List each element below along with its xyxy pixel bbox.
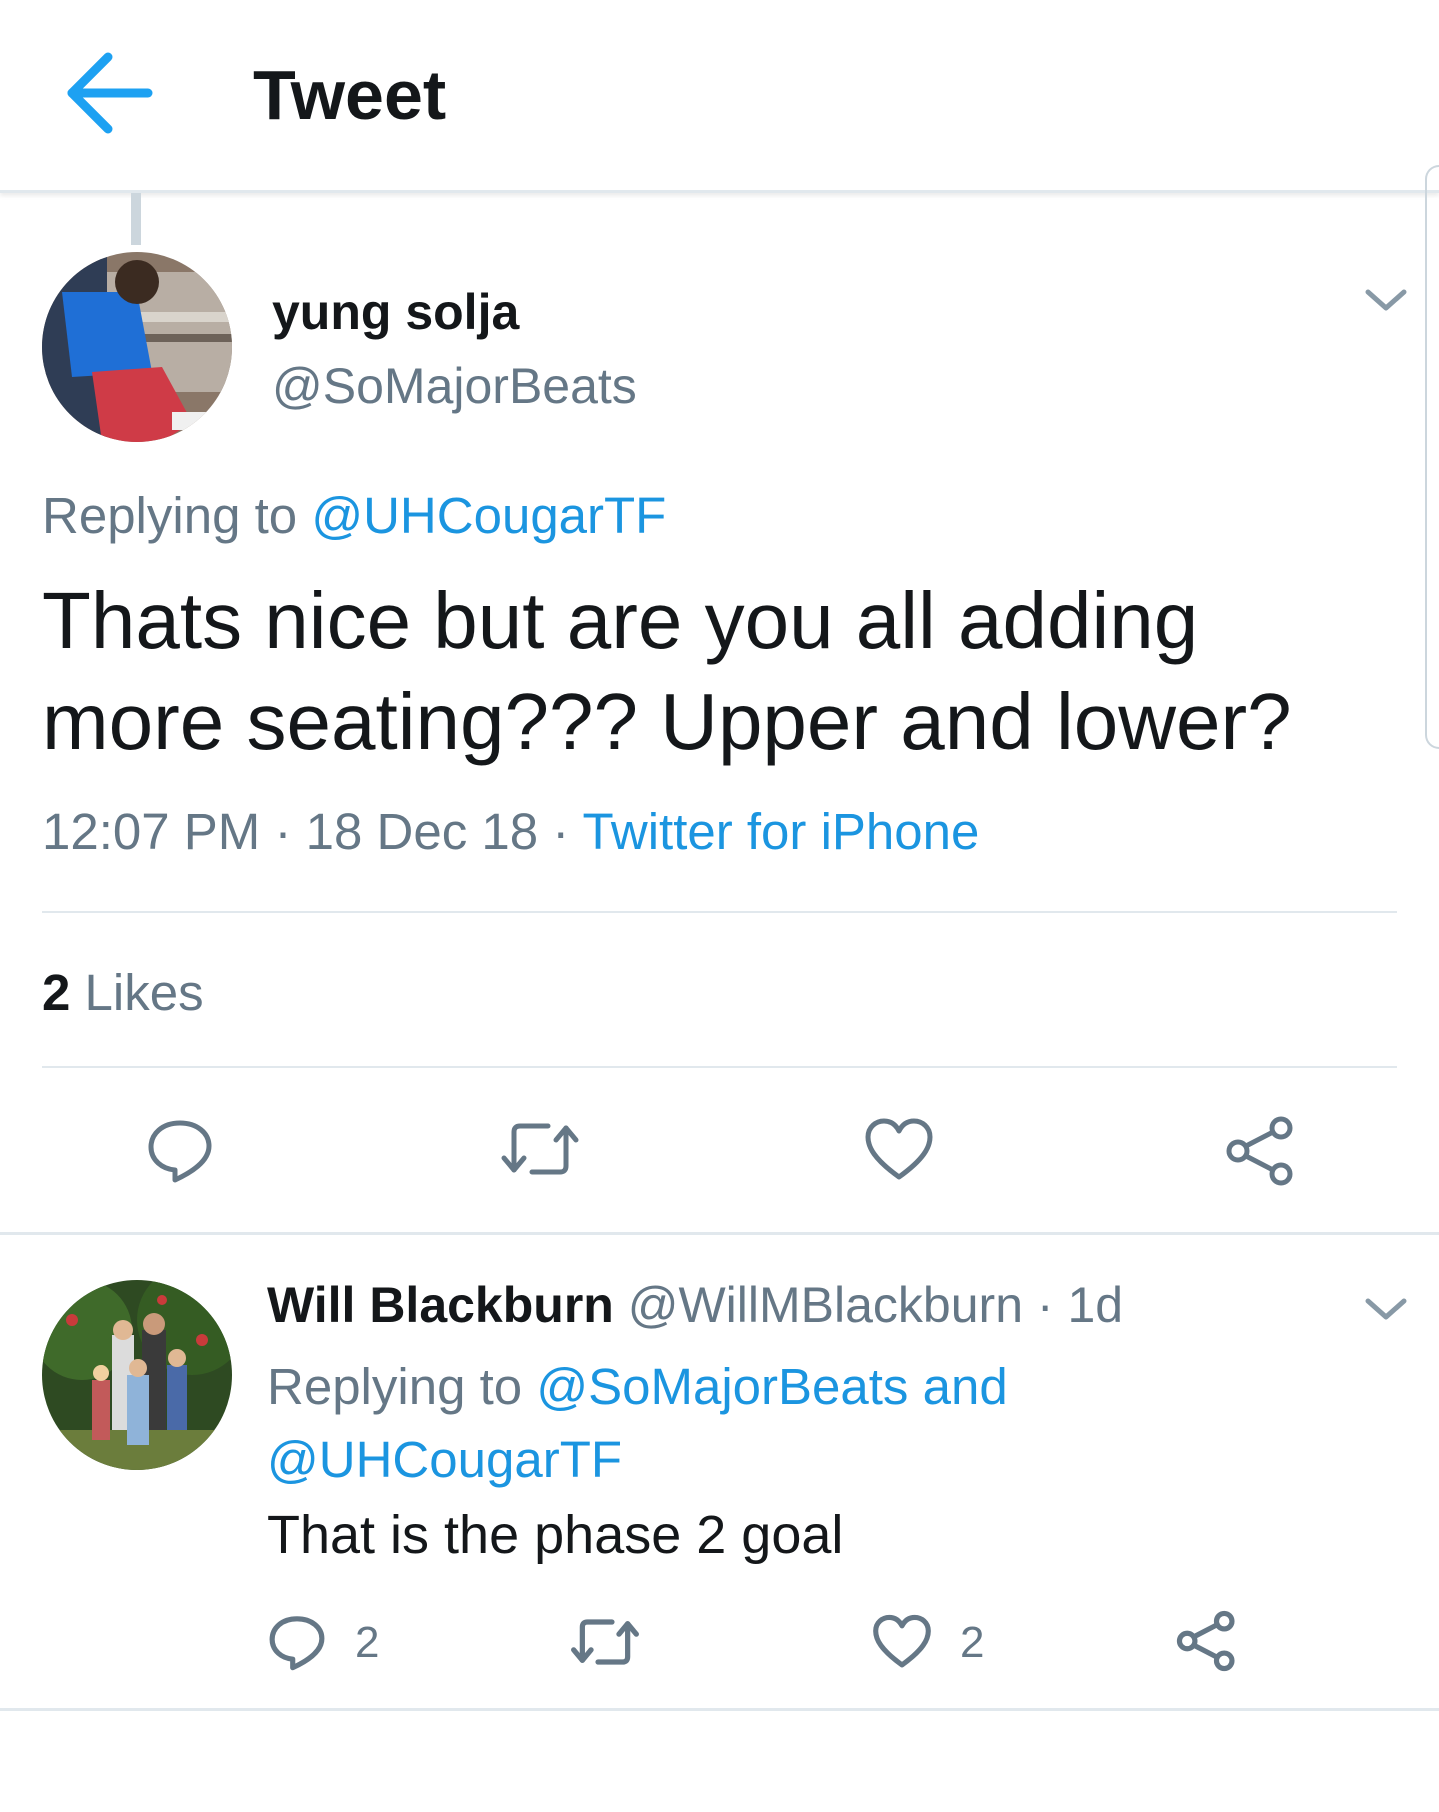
divider [0, 1232, 1439, 1235]
likes-label: Likes [84, 964, 204, 1021]
tweet-text: Thats nice but are you all adding more s… [42, 576, 1292, 766]
retweet-button[interactable] [500, 1118, 580, 1180]
avatar-image [42, 1280, 232, 1470]
divider [0, 1708, 1439, 1711]
retweet-icon [501, 1123, 579, 1175]
likes-number: 2 [42, 964, 71, 1021]
separator-dot: · [552, 803, 570, 860]
avatar-image [42, 252, 232, 442]
reply-author-name[interactable]: Will Blackburn [267, 1277, 614, 1333]
avatar[interactable] [42, 252, 232, 442]
reply-icon [269, 1616, 325, 1671]
heart-icon [865, 1118, 933, 1180]
separator-dot: · [1036, 1277, 1054, 1333]
share-icon [1226, 1116, 1293, 1186]
tweet-meta: 12:07 PM · 18 Dec 18 · Twitter for iPhon… [42, 802, 979, 862]
separator-dot: · [274, 803, 292, 860]
tweet-source-link[interactable]: Twitter for iPhone [583, 803, 980, 860]
avatar[interactable] [42, 1280, 232, 1470]
author-name[interactable]: yung solja [272, 282, 519, 342]
share-button[interactable] [1176, 1610, 1238, 1672]
retweet-icon [571, 1619, 639, 1665]
reply-replying-to-line: Replying to @SoMajorBeats and @UHCougarT… [267, 1350, 1267, 1496]
like-button[interactable] [872, 1614, 932, 1670]
mention-link[interactable]: @UHCougarTF [267, 1431, 622, 1488]
arrow-left-icon [67, 52, 153, 134]
likes-count[interactable]: 2 Likes [42, 963, 204, 1023]
thread-connector-line [131, 193, 141, 245]
reply-icon [148, 1120, 212, 1183]
back-button[interactable] [60, 48, 160, 143]
divider [42, 1066, 1397, 1068]
reply-text: That is the phase 2 goal [267, 1505, 844, 1565]
page-title: Tweet [253, 56, 447, 134]
reply-count: 2 [355, 1618, 380, 1667]
replying-and[interactable]: and [923, 1358, 1008, 1415]
reply-button[interactable] [267, 1612, 327, 1672]
replying-prefix: Replying to [267, 1358, 523, 1415]
heart-icon [873, 1614, 931, 1668]
tweet-options-button[interactable] [1362, 286, 1410, 316]
like-count: 2 [960, 1618, 985, 1667]
replying-to-line: Replying to @UHCougarTF [42, 486, 666, 546]
chevron-down-icon [1365, 1298, 1407, 1320]
tweet-time: 12:07 PM [42, 803, 261, 860]
share-button[interactable] [1225, 1115, 1297, 1187]
author-handle[interactable]: @SoMajorBeats [272, 356, 637, 416]
mention-link[interactable]: @SoMajorBeats [536, 1358, 908, 1415]
share-icon [1176, 1610, 1235, 1672]
reply-header: Will Blackburn @WillMBlackburn · 1d [267, 1275, 1123, 1335]
top-app-bar [0, 0, 1439, 193]
scrollbar[interactable] [1425, 165, 1439, 749]
retweet-button[interactable] [570, 1615, 640, 1669]
tweet-date: 18 Dec 18 [305, 803, 539, 860]
replying-prefix: Replying to [42, 487, 298, 544]
reply-options-button[interactable] [1362, 1295, 1410, 1325]
divider [42, 911, 1397, 913]
reply-author-handle[interactable]: @WillMBlackburn [628, 1277, 1023, 1333]
reply-button[interactable] [145, 1115, 215, 1185]
mention-link[interactable]: @UHCougarTF [311, 487, 666, 544]
like-button[interactable] [864, 1117, 934, 1183]
reply-timestamp[interactable]: 1d [1067, 1277, 1123, 1333]
chevron-down-icon [1365, 289, 1407, 311]
